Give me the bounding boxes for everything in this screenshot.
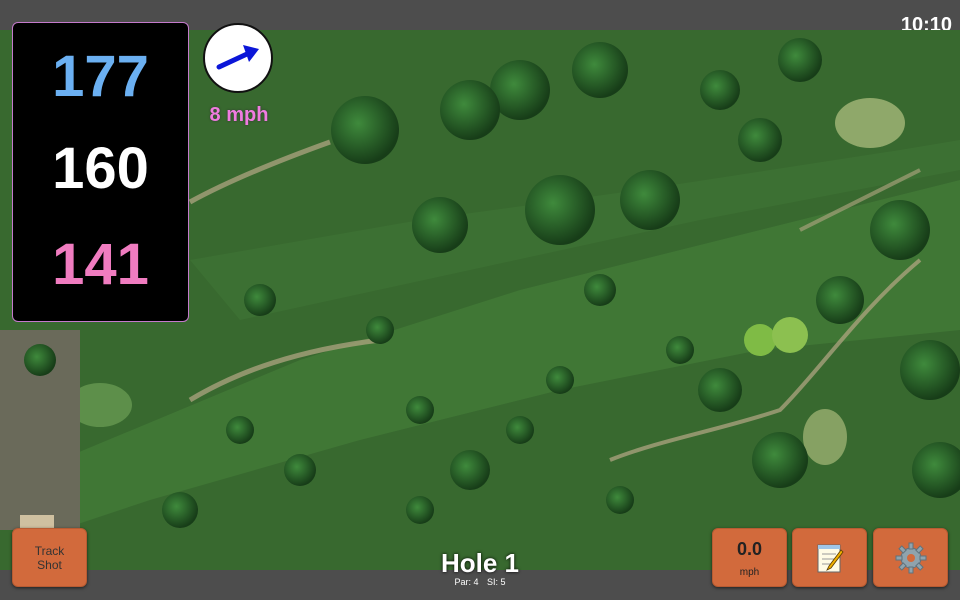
wind-button-value: 0.0 [736,539,763,559]
distance-panel: 177 160 141 [12,22,189,322]
back-distance: 177 [52,44,149,109]
hole-par: Par: 4 [454,577,479,587]
track-shot-button[interactable]: Track Shot [12,528,87,587]
track-shot-label: Track Shot [34,543,65,572]
hole-title: Hole 1 [440,548,520,578]
notepad-icon [817,544,844,572]
notes-button[interactable] [792,528,867,587]
hole-stroke-index: SI: 5 [487,577,506,587]
wind-speed-label: 8 mph [209,104,269,126]
middle-distance: 160 [52,136,149,201]
gear-icon [895,542,926,573]
wind-button-unit: mph [739,567,760,578]
arrow-icon [216,45,259,70]
settings-button[interactable] [873,528,948,587]
wind-direction-dial [203,23,273,93]
front-distance: 141 [52,232,149,297]
hole-info: Par: 4 SI: 5 [380,577,580,587]
wind-speed-button[interactable]: 0.0 mph [712,528,787,587]
